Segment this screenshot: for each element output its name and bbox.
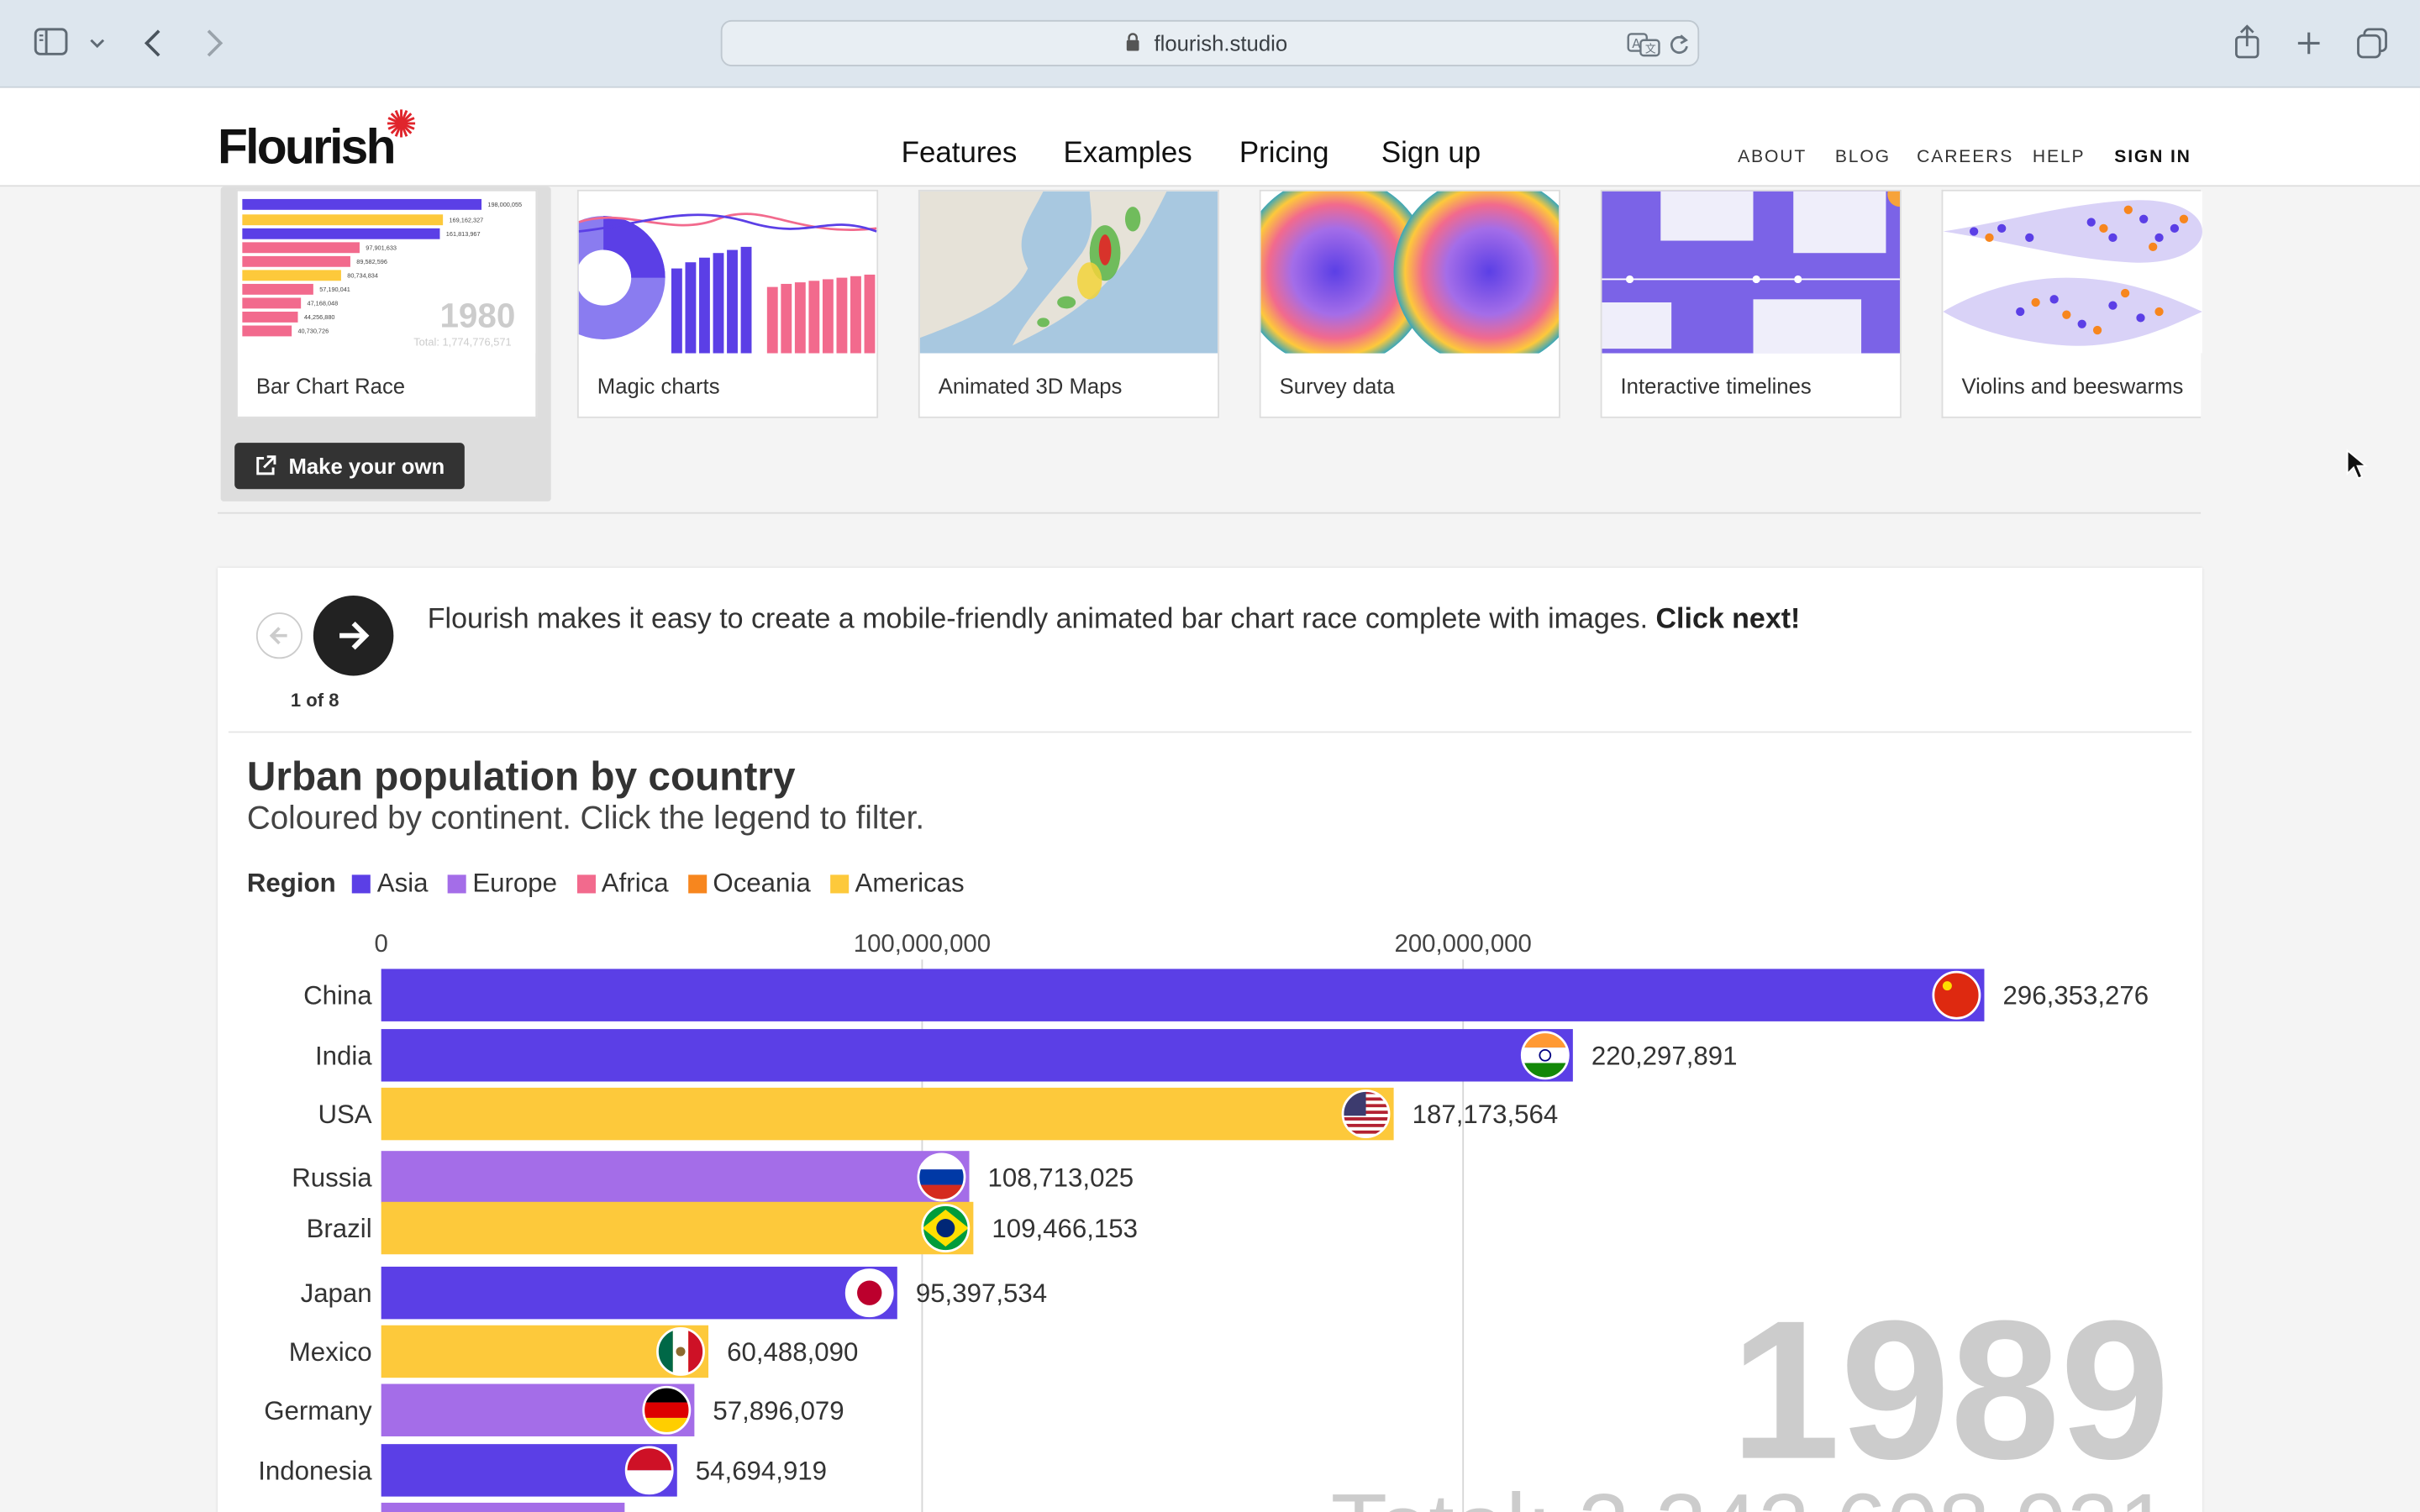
legend-label: Asia xyxy=(376,869,429,898)
legend-swatch xyxy=(688,874,708,894)
nav-examples[interactable]: Examples xyxy=(1063,137,1192,171)
gallery-card-violins-beeswarms[interactable]: Violins and beeswarms xyxy=(1941,189,2202,418)
legend-swatch xyxy=(447,874,466,894)
card-label: Animated 3D Maps xyxy=(938,373,1123,398)
legend-item-asia[interactable]: Asia xyxy=(352,869,429,898)
nav-sign-in[interactable]: SIGN IN xyxy=(2114,148,2191,166)
slide-counter: 1 of 8 xyxy=(290,690,339,711)
nav-careers[interactable]: CAREERS xyxy=(1917,148,2013,166)
gallery-card-animated-3d-maps[interactable]: Animated 3D Maps xyxy=(918,189,1219,418)
chart-legend: Region Asia Europe Africa Oceania Americ… xyxy=(247,869,976,900)
url-text: flourish.studio xyxy=(1154,30,1288,56)
thumb-race-value: 40,730,726 xyxy=(297,328,329,335)
gallery-card-survey-data[interactable]: Survey data xyxy=(1259,189,1560,418)
logo-burst-icon xyxy=(387,109,416,138)
violins-thumbnail xyxy=(1943,191,2202,354)
sidebar-toggle-icon[interactable] xyxy=(34,28,68,55)
back-icon[interactable] xyxy=(142,28,164,59)
legend-item-europe[interactable]: Europe xyxy=(447,869,558,898)
legend-swatch xyxy=(352,874,371,894)
new-tab-icon[interactable] xyxy=(2295,29,2323,57)
legend-title: Region xyxy=(246,869,336,898)
magic-charts-thumbnail xyxy=(578,191,877,354)
thumb-race-value: 97,901,633 xyxy=(366,244,397,252)
nav-pricing[interactable]: Pricing xyxy=(1239,137,1329,171)
make-your-own-button[interactable]: Make your own xyxy=(234,443,465,490)
nav-blog[interactable]: BLOG xyxy=(1835,148,1891,166)
arrow-left-icon xyxy=(269,627,287,645)
legend-item-africa[interactable]: Africa xyxy=(576,869,669,898)
story-caption-text: Flourish makes it easy to create a mobil… xyxy=(427,601,1649,634)
bar-chart-race-thumbnail: 198,000,055 169,162,327 161,813,967 97,9… xyxy=(237,191,536,354)
card-label: Bar Chart Race xyxy=(255,373,406,398)
legend-label: Oceania xyxy=(713,869,811,898)
external-link-icon xyxy=(256,455,276,475)
svg-text:文: 文 xyxy=(1645,43,1656,55)
card-label: Violins and beeswarms xyxy=(1961,373,2184,398)
site-header: Flourish Features Examples Pricing Sign … xyxy=(0,87,2420,187)
arrow-right-icon xyxy=(339,621,370,650)
legend-label: Africa xyxy=(601,869,669,898)
card-label: Survey data xyxy=(1279,373,1395,398)
address-bar[interactable]: flourish.studio A 文 xyxy=(720,19,1700,66)
svg-text:A: A xyxy=(1632,37,1640,51)
thumb-race-value: 198,000,055 xyxy=(487,201,522,208)
animated-3d-map-thumbnail xyxy=(919,191,1218,354)
legend-label: Americas xyxy=(855,869,965,898)
gallery-card-magic-charts[interactable]: Magic charts xyxy=(576,189,879,418)
nav-about[interactable]: ABOUT xyxy=(1738,148,1807,166)
previous-slide-button[interactable] xyxy=(255,612,302,659)
legend-swatch xyxy=(576,874,596,894)
gallery-card-bar-chart-race[interactable]: 198,000,055 169,162,327 161,813,967 97,9… xyxy=(236,189,538,418)
nav-sign-up[interactable]: Sign up xyxy=(1381,137,1481,171)
share-icon[interactable] xyxy=(2233,24,2261,59)
mouse-cursor-icon xyxy=(2346,449,2368,480)
panel-divider xyxy=(228,731,2192,733)
gallery-card-interactive-timelines[interactable]: Interactive timelines xyxy=(1600,189,1902,418)
translate-icon[interactable]: A 文 xyxy=(1627,33,1660,57)
thumb-race-value: 161,813,967 xyxy=(446,230,481,238)
interactive-timeline-thumbnail xyxy=(1602,191,1900,354)
chart-subtitle: Coloured by continent. Click the legend … xyxy=(246,801,925,837)
story-panel xyxy=(217,567,2202,1512)
nav-features[interactable]: Features xyxy=(902,137,1018,171)
make-your-own-label: Make your own xyxy=(288,453,445,479)
card-label: Interactive timelines xyxy=(1620,373,1812,398)
next-slide-button[interactable] xyxy=(313,595,394,676)
thumb-race-value: 80,734,834 xyxy=(347,272,378,280)
reload-icon[interactable] xyxy=(1668,33,1690,57)
thumb-race-year: 1980 xyxy=(439,296,515,334)
legend-item-oceania[interactable]: Oceania xyxy=(688,869,811,898)
legend-label: Europe xyxy=(472,869,558,898)
thumb-race-value: 44,256,880 xyxy=(304,313,335,321)
legend-swatch xyxy=(830,874,850,894)
card-label: Magic charts xyxy=(597,373,720,398)
thumb-race-total: Total: 1,774,776,571 xyxy=(413,335,511,348)
legend-item-americas[interactable]: Americas xyxy=(830,869,965,898)
section-divider xyxy=(217,512,2202,514)
thumb-race-value: 169,162,327 xyxy=(449,216,483,223)
tab-overview-icon[interactable] xyxy=(2355,26,2389,60)
story-caption-cta: Click next! xyxy=(1655,601,1801,634)
thumb-race-value: 89,582,596 xyxy=(356,258,387,265)
nav-help[interactable]: HELP xyxy=(2033,148,2086,166)
thumb-race-value: 47,168,048 xyxy=(308,300,339,307)
thumb-race-value: 57,190,041 xyxy=(319,286,350,293)
chevron-down-icon[interactable] xyxy=(90,37,105,50)
flourish-logo[interactable]: Flourish xyxy=(218,118,397,176)
browser-toolbar: flourish.studio A 文 xyxy=(0,0,2420,88)
survey-data-thumbnail xyxy=(1260,191,1560,354)
forward-icon[interactable] xyxy=(203,28,225,59)
story-caption: Flourish makes it easy to create a mobil… xyxy=(428,601,1801,635)
chart-title: Urban population by country xyxy=(246,753,796,800)
